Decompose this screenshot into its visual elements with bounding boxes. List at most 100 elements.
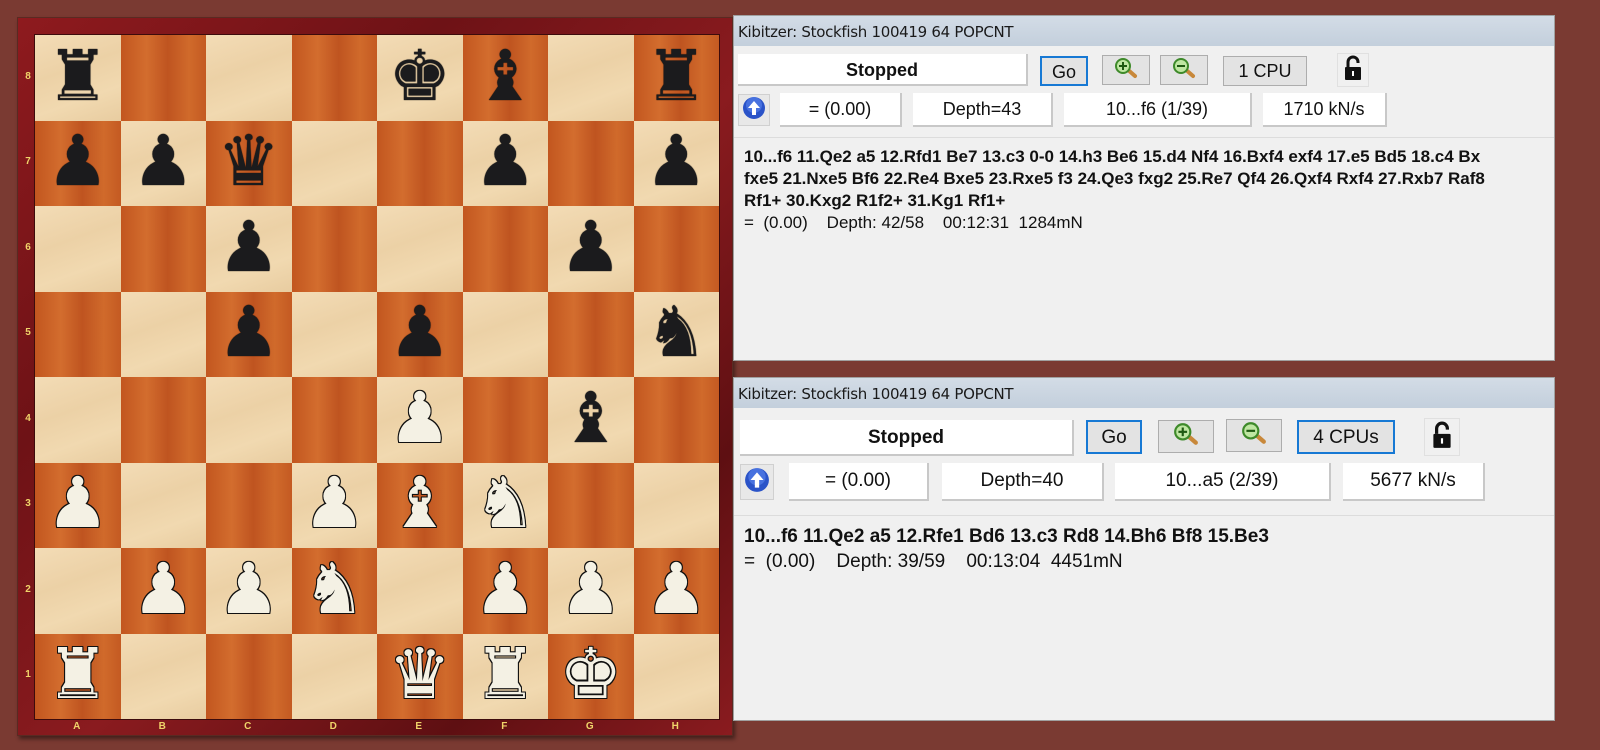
square-e7[interactable] <box>377 120 463 206</box>
white-knight-icon[interactable]: ♞ <box>474 468 537 538</box>
square-h6[interactable] <box>633 206 719 292</box>
square-a3[interactable]: ♟ <box>35 462 121 548</box>
square-g7[interactable] <box>548 120 634 206</box>
zoom-out-button[interactable] <box>1160 55 1208 85</box>
square-g5[interactable] <box>548 291 634 377</box>
square-b5[interactable] <box>120 291 206 377</box>
square-c6[interactable]: ♟ <box>206 206 292 292</box>
black-bishop-icon[interactable]: ♝ <box>474 41 537 111</box>
white-king-icon[interactable]: ♚ <box>559 639 622 709</box>
square-h4[interactable] <box>633 377 719 463</box>
zoom-in-button[interactable] <box>1158 420 1214 453</box>
square-g2[interactable]: ♟ <box>548 548 634 634</box>
white-pawn-icon[interactable]: ♟ <box>474 554 537 624</box>
white-pawn-icon[interactable]: ♟ <box>132 554 195 624</box>
square-a5[interactable] <box>35 291 121 377</box>
square-e2[interactable] <box>377 548 463 634</box>
square-f1[interactable]: ♜ <box>462 633 548 719</box>
black-pawn-icon[interactable]: ♟ <box>132 126 195 196</box>
black-pawn-icon[interactable]: ♟ <box>474 126 537 196</box>
square-a2[interactable] <box>35 548 121 634</box>
white-rook-icon[interactable]: ♜ <box>474 639 537 709</box>
go-button[interactable]: Go <box>1040 56 1088 86</box>
zoom-in-button[interactable] <box>1102 55 1150 85</box>
square-d5[interactable] <box>291 291 377 377</box>
square-d4[interactable] <box>291 377 377 463</box>
square-e1[interactable]: ♛ <box>377 633 463 719</box>
square-f8[interactable]: ♝ <box>462 35 548 121</box>
white-pawn-icon[interactable]: ♟ <box>388 383 451 453</box>
zoom-out-button[interactable] <box>1226 419 1282 452</box>
white-pawn-icon[interactable]: ♟ <box>303 468 366 538</box>
analysis-output[interactable]: 10...f6 11.Qe2 a5 12.Rfe1 Bd6 13.c3 Rd8 … <box>734 515 1554 720</box>
white-pawn-icon[interactable]: ♟ <box>46 468 109 538</box>
chess-board[interactable]: ♜ ♚ ♝ ♜ ♟ ♟ ♛ ♟ ♟ ♟ ♟ ♟ ♟ ♞ ♟ ♝ ♟ ♟ ♝ ♞ ♟ ♟ ♞ ♟ ♟ ♟ ♜ ♛ ♜ ♚ <box>34 34 720 720</box>
square-f5[interactable] <box>462 291 548 377</box>
square-d3[interactable]: ♟ <box>291 462 377 548</box>
square-h2[interactable]: ♟ <box>633 548 719 634</box>
square-f6[interactable] <box>462 206 548 292</box>
square-d1[interactable] <box>291 633 377 719</box>
square-g8[interactable] <box>548 35 634 121</box>
black-pawn-icon[interactable]: ♟ <box>46 126 109 196</box>
square-h8[interactable]: ♜ <box>633 35 719 121</box>
black-pawn-icon[interactable]: ♟ <box>559 212 622 282</box>
square-c8[interactable] <box>206 35 292 121</box>
square-c7[interactable]: ♛ <box>206 120 292 206</box>
black-bishop-icon[interactable]: ♝ <box>559 383 622 453</box>
square-a8[interactable]: ♜ <box>35 35 121 121</box>
square-d2[interactable]: ♞ <box>291 548 377 634</box>
square-d7[interactable] <box>291 120 377 206</box>
black-knight-icon[interactable]: ♞ <box>645 297 708 367</box>
square-c1[interactable] <box>206 633 292 719</box>
square-b6[interactable] <box>120 206 206 292</box>
square-c3[interactable] <box>206 462 292 548</box>
cpu-count-button[interactable]: 4 CPUs <box>1297 420 1395 454</box>
lock-button[interactable] <box>1424 418 1460 456</box>
square-g4[interactable]: ♝ <box>548 377 634 463</box>
black-queen-icon[interactable]: ♛ <box>217 126 280 196</box>
cpu-count-button[interactable]: 1 CPU <box>1223 56 1307 86</box>
square-h3[interactable] <box>633 462 719 548</box>
square-d6[interactable] <box>291 206 377 292</box>
square-b4[interactable] <box>120 377 206 463</box>
upload-button[interactable] <box>740 464 774 500</box>
square-g6[interactable]: ♟ <box>548 206 634 292</box>
square-e6[interactable] <box>377 206 463 292</box>
square-e3[interactable]: ♝ <box>377 462 463 548</box>
square-c4[interactable] <box>206 377 292 463</box>
black-pawn-icon[interactable]: ♟ <box>645 126 708 196</box>
square-c2[interactable]: ♟ <box>206 548 292 634</box>
square-e4[interactable]: ♟ <box>377 377 463 463</box>
square-g3[interactable] <box>548 462 634 548</box>
white-pawn-icon[interactable]: ♟ <box>645 554 708 624</box>
square-f4[interactable] <box>462 377 548 463</box>
square-b3[interactable] <box>120 462 206 548</box>
white-knight-icon[interactable]: ♞ <box>303 554 366 624</box>
white-queen-icon[interactable]: ♛ <box>388 639 451 709</box>
square-c5[interactable]: ♟ <box>206 291 292 377</box>
square-f7[interactable]: ♟ <box>462 120 548 206</box>
black-pawn-icon[interactable]: ♟ <box>217 297 280 367</box>
square-e5[interactable]: ♟ <box>377 291 463 377</box>
square-b7[interactable]: ♟ <box>120 120 206 206</box>
go-button[interactable]: Go <box>1086 420 1142 454</box>
square-d8[interactable] <box>291 35 377 121</box>
square-b1[interactable] <box>120 633 206 719</box>
white-rook-icon[interactable]: ♜ <box>46 639 109 709</box>
square-f3[interactable]: ♞ <box>462 462 548 548</box>
black-rook-icon[interactable]: ♜ <box>645 41 708 111</box>
square-h1[interactable] <box>633 633 719 719</box>
square-a1[interactable]: ♜ <box>35 633 121 719</box>
square-h5[interactable]: ♞ <box>633 291 719 377</box>
square-a6[interactable] <box>35 206 121 292</box>
square-f2[interactable]: ♟ <box>462 548 548 634</box>
white-pawn-icon[interactable]: ♟ <box>217 554 280 624</box>
white-pawn-icon[interactable]: ♟ <box>559 554 622 624</box>
black-pawn-icon[interactable]: ♟ <box>217 212 280 282</box>
square-e8[interactable]: ♚ <box>377 35 463 121</box>
square-a7[interactable]: ♟ <box>35 120 121 206</box>
upload-button[interactable] <box>738 94 770 126</box>
lock-button[interactable] <box>1337 53 1369 87</box>
square-h7[interactable]: ♟ <box>633 120 719 206</box>
